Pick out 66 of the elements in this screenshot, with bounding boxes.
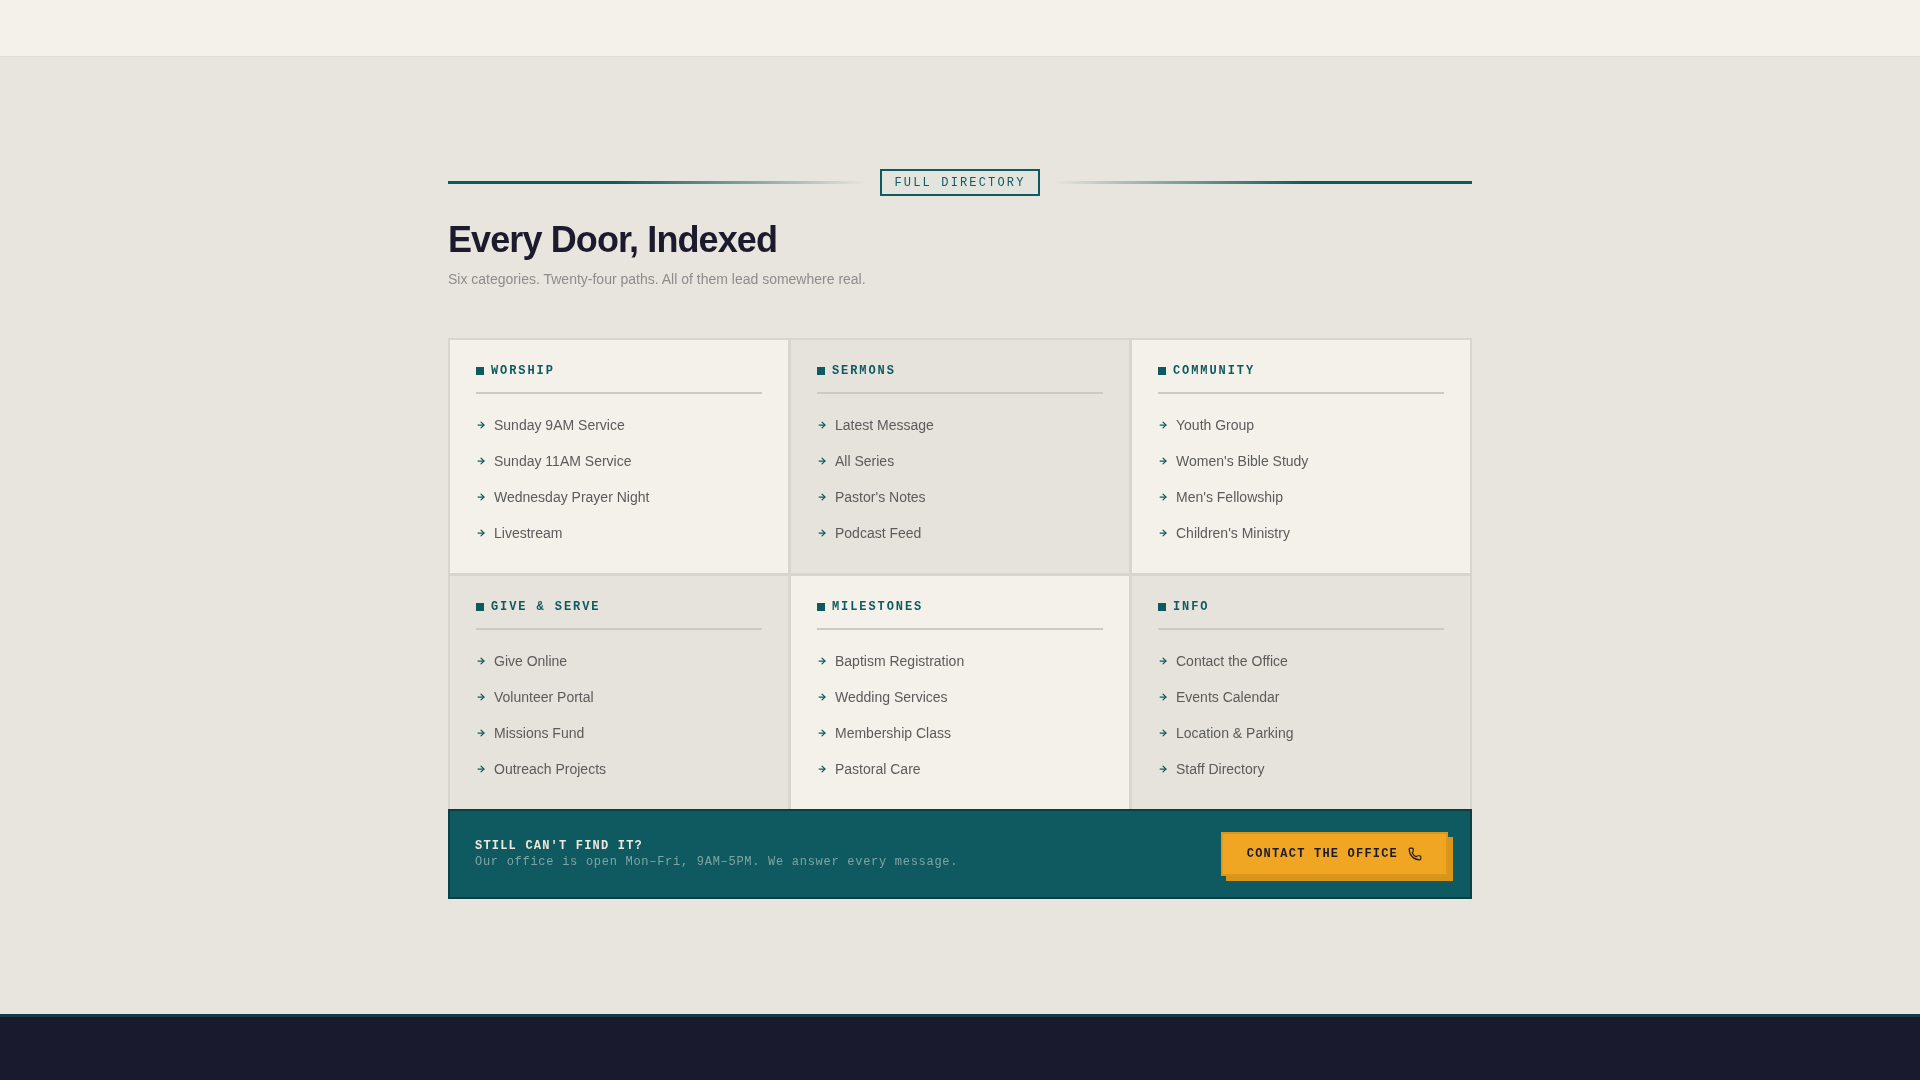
directory-link[interactable]: Youth Group [1158, 415, 1255, 435]
category-heading: COMMUNITY [1173, 363, 1256, 379]
page-subtitle: Six categories. Twenty-four paths. All of them lead somewhere real. [448, 270, 867, 289]
directory-link[interactable]: Volunteer Portal [476, 687, 594, 707]
square-icon [1158, 603, 1166, 611]
arrow-right-icon [817, 656, 827, 666]
arrow-right-icon [476, 492, 486, 502]
arrow-right-icon [476, 656, 486, 666]
square-icon [476, 367, 484, 375]
directory-link[interactable]: Sunday 11AM Service [476, 451, 632, 471]
square-icon [817, 367, 825, 375]
arrow-right-icon [1158, 528, 1168, 538]
category-heading: WORSHIP [491, 363, 555, 379]
directory-link[interactable]: Missions Fund [476, 723, 585, 743]
arrow-right-icon [1158, 692, 1168, 702]
arrow-right-icon [1158, 656, 1168, 666]
directory-link[interactable]: Men's Fellowship [1158, 487, 1283, 507]
arrow-right-icon [476, 692, 486, 702]
arrow-right-icon [817, 492, 827, 502]
directory-link[interactable]: Contact the Office [1158, 651, 1288, 671]
arrow-right-icon [817, 764, 827, 774]
phone-icon [1408, 847, 1422, 861]
arrow-right-icon [476, 528, 486, 538]
category-heading: MILESTONES [832, 599, 924, 615]
arrow-right-icon [1158, 420, 1168, 430]
category-heading: INFO [1173, 599, 1210, 615]
category-heading: SERMONS [832, 363, 896, 379]
directory-link[interactable]: Livestream [476, 523, 563, 543]
banner-text: Our office is open Mon–Fri, 9AM–5PM. We answer every message. [475, 854, 959, 870]
directory-link[interactable]: Children's Ministry [1158, 523, 1290, 543]
directory-link[interactable]: Outreach Projects [476, 759, 607, 779]
category-heading: GIVE & SERVE [491, 599, 601, 615]
arrow-right-icon [817, 456, 827, 466]
arrow-right-icon [476, 420, 486, 430]
directory-link[interactable]: Location & Parking [1158, 723, 1294, 743]
arrow-right-icon [476, 728, 486, 738]
directory-link[interactable]: Wednesday Prayer Night [476, 487, 650, 507]
arrow-right-icon [1158, 764, 1168, 774]
arrow-right-icon [817, 528, 827, 538]
arrow-right-icon [817, 692, 827, 702]
directory-link[interactable]: All Series [817, 451, 895, 471]
directory-link[interactable]: Staff Directory [1158, 759, 1265, 779]
directory-link[interactable]: Pastor's Notes [817, 487, 926, 507]
arrow-right-icon [1158, 456, 1168, 466]
square-icon [476, 603, 484, 611]
arrow-right-icon [817, 420, 827, 430]
square-icon [817, 603, 825, 611]
directory-link[interactable]: Sunday 9AM Service [476, 415, 625, 435]
arrow-right-icon [1158, 492, 1168, 502]
arrow-right-icon [476, 764, 486, 774]
directory-link[interactable]: Pastoral Care [817, 759, 921, 779]
directory-link[interactable]: Wedding Services [817, 687, 948, 707]
square-icon [1158, 367, 1166, 375]
directory-link[interactable]: Baptism Registration [817, 651, 965, 671]
section-badge: FULL DIRECTORY [880, 169, 1040, 196]
arrow-right-icon [817, 728, 827, 738]
directory-link[interactable]: Latest Message [817, 415, 934, 435]
directory-link[interactable]: Events Calendar [1158, 687, 1280, 707]
directory-link[interactable]: Podcast Feed [817, 523, 922, 543]
arrow-right-icon [1158, 728, 1168, 738]
arrow-right-icon [476, 456, 486, 466]
page-title: Every Door, Indexed [448, 218, 779, 262]
directory-link[interactable]: Give Online [476, 651, 568, 671]
banner-title: STILL CAN'T FIND IT? [475, 838, 645, 854]
directory-link[interactable]: Membership Class [817, 723, 951, 743]
directory-link[interactable]: Women's Bible Study [1158, 451, 1309, 471]
